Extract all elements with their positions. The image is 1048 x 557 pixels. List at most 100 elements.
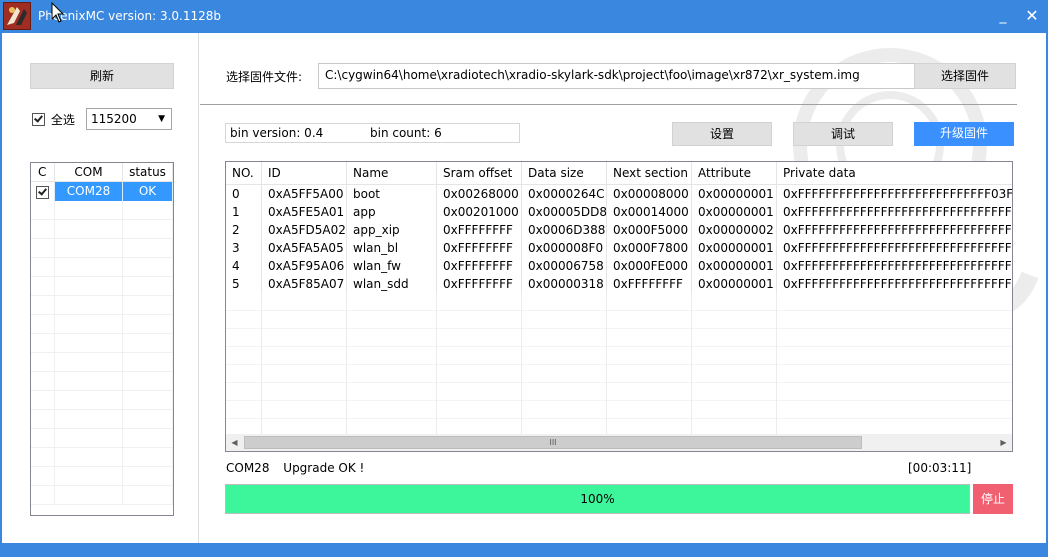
empty-row [226,293,1012,311]
column-header-com[interactable]: COM [55,163,123,181]
empty-cell [55,372,123,391]
empty-cell [55,391,123,410]
status-line: COM28 Upgrade OK ! [226,461,374,475]
empty-cell [347,311,437,329]
empty-cell [522,383,607,401]
empty-row [226,329,1012,347]
column-header-attribute[interactable]: Attribute [692,162,777,184]
com-port-row[interactable]: COM28 OK [31,182,173,201]
column-header-next-section[interactable]: Next section [607,162,692,184]
baud-rate-value: 115200 [91,112,137,126]
port-checkbox[interactable] [31,182,55,201]
empty-cell [31,258,55,277]
bin-version: bin version: 0.4 [230,126,324,140]
table-row[interactable]: 4 0xA5F95A06 wlan_fw 0xFFFFFFFF 0x00006758 0x… [226,257,1012,275]
empty-cell [522,311,607,329]
empty-cell [31,391,55,410]
checkbox-icon[interactable] [36,186,49,199]
cell-id: 0xA5FF5A00 [262,185,347,203]
cell-next: 0x00014000 [607,203,692,221]
baud-rate-select[interactable]: 115200 ▼ [86,108,172,130]
empty-cell [347,347,437,365]
cell-no: 4 [226,257,262,275]
table-row[interactable]: 2 0xA5FD5A02 app_xip 0xFFFFFFFF 0x0006D388 0x… [226,221,1012,239]
firmware-file-label: 选择固件文件: [226,70,303,84]
empty-cell [226,365,262,383]
empty-cell [607,365,692,383]
table-row[interactable]: 0 0xA5FF5A00 boot 0x00268000 0x0000264C 0x000… [226,185,1012,203]
column-header-c[interactable]: C [31,163,55,181]
status-message: Upgrade OK ! [283,461,365,475]
checkbox-icon[interactable] [32,113,45,126]
cell-priv: 0xFFFFFFFFFFFFFFFFFFFFFFFFFFFF03FC001 [783,187,1013,201]
progress-label: 100% [580,492,615,506]
column-header-no[interactable]: NO. [226,162,262,184]
window-border-left [0,33,2,543]
empty-cell [692,329,777,347]
close-button[interactable]: ✕ [1019,6,1045,26]
settings-button[interactable]: 设置 [672,122,772,146]
upgrade-firmware-button[interactable]: 升级固件 [914,122,1014,146]
cell-sram: 0x00201000 [437,203,522,221]
empty-row [31,296,173,315]
empty-cell [31,448,55,467]
scroll-right-icon[interactable]: ▶ [995,434,1012,451]
empty-cell [123,277,173,296]
column-header-sram-offset[interactable]: Sram offset [437,162,522,184]
empty-row [226,347,1012,365]
table-row[interactable]: 3 0xA5FA5A05 wlan_bl 0xFFFFFFFF 0x000008F0 0x… [226,239,1012,257]
scroll-left-icon[interactable]: ◀ [226,434,243,451]
table-row[interactable]: 5 0xA5F85A07 wlan_sdd 0xFFFFFFFF 0x00000318 0… [226,275,1012,293]
empty-cell [31,201,55,220]
empty-cell [692,401,777,419]
stop-button[interactable]: 停止 [973,484,1013,514]
com-port-table[interactable]: C COM status COM28 OK [30,162,174,516]
section-table[interactable]: NO. ID Name Sram offset Data size Next s… [225,161,1013,452]
column-header-id[interactable]: ID [262,162,347,184]
empty-cell [522,365,607,383]
empty-cell [31,486,55,505]
cell-next: 0xFFFFFFFF [607,275,692,293]
empty-row [31,277,173,296]
refresh-button[interactable]: 刷新 [30,63,174,89]
empty-cell [777,401,1012,419]
cell-id: 0xA5F95A06 [262,257,347,275]
section-table-body: 0 0xA5FF5A00 boot 0x00268000 0x0000264C 0x000… [226,185,1012,437]
empty-cell [262,347,347,365]
table-row[interactable]: 1 0xA5FE5A01 app 0x00201000 0x00005DD8 0x0001… [226,203,1012,221]
title-bar[interactable]: PhoenixMC version: 3.0.1128b _ ✕ [0,0,1048,33]
empty-cell [123,239,173,258]
cell-priv: 0xFFFFFFFFFFFFFFFFFFFFFFFFFFFFFFFFFFFFFF [783,259,1012,273]
horizontal-scrollbar[interactable]: ◀ III ▶ [226,434,1012,451]
empty-cell [777,383,1012,401]
minimize-button[interactable]: _ [990,6,1016,26]
debug-button[interactable]: 调试 [793,122,893,146]
select-all-checkbox[interactable]: 全选 [32,111,75,128]
column-header-private-data[interactable]: Private data [777,162,1012,184]
empty-cell [31,467,55,486]
empty-cell [226,383,262,401]
empty-cell [226,329,262,347]
empty-cell [437,329,522,347]
empty-row [31,467,173,486]
empty-row [31,448,173,467]
column-header-data-size[interactable]: Data size [522,162,607,184]
empty-cell [123,429,173,448]
port-status: OK [123,182,173,201]
empty-cell [55,201,123,220]
elapsed-time: [00:03:11] [908,461,972,475]
empty-cell [522,293,607,311]
empty-cell [55,277,123,296]
empty-cell [55,410,123,429]
cell-attr: 0x00000002 [692,221,777,239]
empty-cell [123,201,173,220]
scrollbar-thumb[interactable]: III [244,436,862,449]
empty-row [226,383,1012,401]
column-header-name[interactable]: Name [347,162,437,184]
firmware-path-field[interactable]: C:\cygwin64\home\xradiotech\xradio-skyla… [318,63,916,89]
empty-cell [262,293,347,311]
column-header-status[interactable]: status [123,163,173,181]
empty-row [31,315,173,334]
select-firmware-button[interactable]: 选择固件 [914,63,1016,89]
empty-cell [262,311,347,329]
